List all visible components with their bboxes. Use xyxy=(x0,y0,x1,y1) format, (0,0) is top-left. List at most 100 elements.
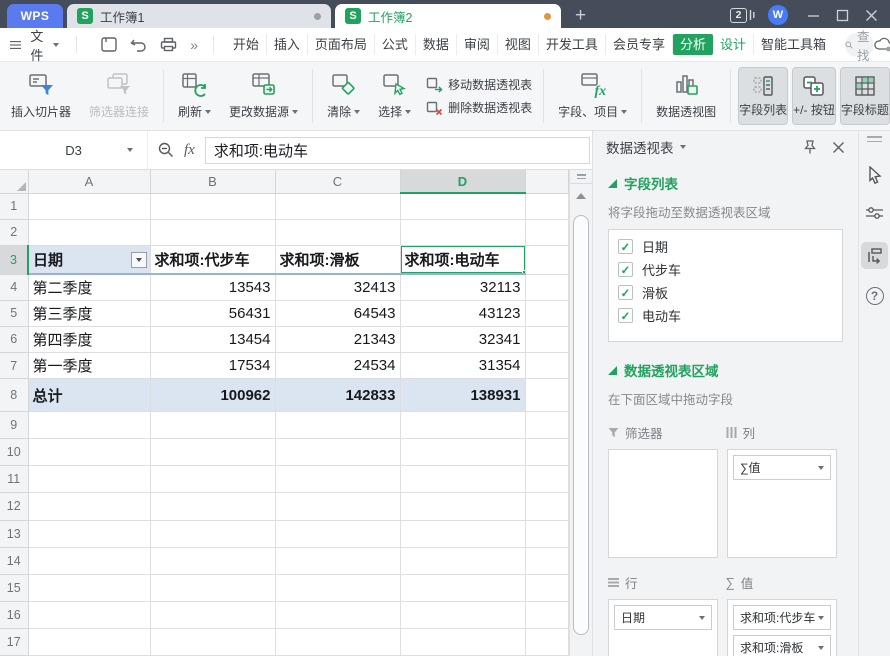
tab-analyze[interactable]: 分析 xyxy=(673,34,713,55)
field-headers-toggle[interactable]: 字段标题 xyxy=(840,67,890,125)
filters-dropzone[interactable] xyxy=(608,449,718,558)
cell[interactable] xyxy=(28,601,150,628)
cell[interactable]: 13543 xyxy=(150,274,275,300)
column-header-a[interactable]: A xyxy=(28,170,150,193)
pivot-chart-button[interactable]: 数据透视图 xyxy=(647,68,725,124)
rows-field-dropdown[interactable]: 日期 xyxy=(614,605,712,630)
settings-sliders-button[interactable] xyxy=(866,206,883,220)
cell[interactable] xyxy=(28,412,150,439)
cell[interactable] xyxy=(150,439,275,466)
field-list-section[interactable]: 字段列表 xyxy=(608,173,843,193)
formula-input[interactable]: 求和项:电动车 xyxy=(205,137,590,164)
close-panel-icon[interactable] xyxy=(832,141,845,154)
cell[interactable] xyxy=(150,493,275,520)
cell[interactable] xyxy=(28,520,150,547)
cell[interactable] xyxy=(525,601,568,628)
cell[interactable] xyxy=(150,520,275,547)
cell[interactable]: 43123 xyxy=(400,300,525,326)
cell[interactable] xyxy=(525,574,568,601)
field-list-toggle[interactable]: 字段列表 xyxy=(738,67,788,125)
cell[interactable]: 13454 xyxy=(150,326,275,352)
tab-list-button[interactable]: 2 xyxy=(730,8,755,23)
cell[interactable] xyxy=(525,326,568,352)
tab-insert[interactable]: 插入 xyxy=(267,34,308,55)
tab-design[interactable]: 设计 xyxy=(713,34,754,55)
cell[interactable] xyxy=(525,520,568,547)
select-all-corner[interactable] xyxy=(0,170,28,193)
cell[interactable]: 32113 xyxy=(400,274,525,300)
cell[interactable] xyxy=(400,574,525,601)
cell[interactable] xyxy=(400,547,525,574)
tab-formulas[interactable]: 公式 xyxy=(375,34,416,55)
scroll-up-icon[interactable] xyxy=(576,193,586,199)
row-header[interactable]: 16 xyxy=(0,601,28,628)
checkbox-checked[interactable]: ✓ xyxy=(618,285,633,300)
total-row-label[interactable]: 总计 xyxy=(28,379,150,412)
cell[interactable]: 64543 xyxy=(275,300,400,326)
cell[interactable] xyxy=(400,219,525,245)
values-field-dropdown[interactable]: 求和项:代步车 xyxy=(733,605,831,630)
cell[interactable] xyxy=(150,193,275,219)
cell[interactable] xyxy=(525,412,568,439)
cell[interactable] xyxy=(525,547,568,574)
cell[interactable] xyxy=(150,574,275,601)
row-header[interactable]: 11 xyxy=(0,466,28,493)
row-header[interactable]: 9 xyxy=(0,412,28,439)
cell[interactable] xyxy=(28,193,150,219)
pivot-header-scooter[interactable]: 求和项:代步车 xyxy=(150,245,275,274)
cell[interactable] xyxy=(275,628,400,655)
row-header[interactable]: 10 xyxy=(0,439,28,466)
cell[interactable] xyxy=(28,547,150,574)
tab-page-layout[interactable]: 页面布局 xyxy=(308,34,375,55)
columns-dropzone[interactable]: ∑值 xyxy=(727,449,837,558)
row-header[interactable]: 14 xyxy=(0,547,28,574)
values-field-dropdown[interactable]: 求和项:滑板 xyxy=(733,635,831,656)
tab-review[interactable]: 审阅 xyxy=(457,34,498,55)
values-dropzone[interactable]: 求和项:代步车 求和项:滑板 求和项:电动车 xyxy=(727,599,837,656)
row-header[interactable]: 2 xyxy=(0,219,28,245)
row-header[interactable]: 8 xyxy=(0,379,28,412)
cell[interactable] xyxy=(275,493,400,520)
cell[interactable] xyxy=(525,245,568,274)
file-menu[interactable]: 文件 xyxy=(28,26,60,64)
dropdown-caret-icon[interactable] xyxy=(680,145,686,149)
row-header[interactable]: 7 xyxy=(0,353,28,379)
cell[interactable]: 24534 xyxy=(275,353,400,379)
close-button[interactable] xyxy=(865,9,878,22)
cell[interactable]: 56431 xyxy=(150,300,275,326)
cell[interactable]: 32413 xyxy=(275,274,400,300)
row-header[interactable]: 1 xyxy=(0,193,28,219)
cell[interactable] xyxy=(28,439,150,466)
field-item-skateboard[interactable]: ✓ 滑板 xyxy=(609,281,842,304)
checkbox-checked[interactable]: ✓ xyxy=(618,262,633,277)
rows-dropzone[interactable]: 日期 xyxy=(608,599,718,656)
cell[interactable] xyxy=(275,574,400,601)
column-header-c[interactable]: C xyxy=(275,170,400,193)
cell[interactable]: 第四季度 xyxy=(28,326,150,352)
columns-field-dropdown[interactable]: ∑值 xyxy=(733,455,831,480)
tab-home[interactable]: 开始 xyxy=(226,34,267,55)
tab-developer[interactable]: 开发工具 xyxy=(539,34,606,55)
cell[interactable] xyxy=(525,439,568,466)
cell[interactable]: 31354 xyxy=(400,353,525,379)
row-header[interactable]: 15 xyxy=(0,574,28,601)
total-cell[interactable]: 138931 xyxy=(400,379,525,412)
cell[interactable] xyxy=(525,353,568,379)
cell[interactable] xyxy=(28,574,150,601)
row-header[interactable]: 6 xyxy=(0,326,28,352)
maximize-button[interactable] xyxy=(836,9,849,22)
minimize-button[interactable] xyxy=(807,9,820,22)
cell[interactable] xyxy=(525,379,568,412)
help-button[interactable]: ? xyxy=(866,287,884,305)
cell[interactable] xyxy=(150,547,275,574)
cell[interactable] xyxy=(150,628,275,655)
cell[interactable] xyxy=(525,274,568,300)
search-box[interactable]: 查找 xyxy=(845,33,874,57)
cell[interactable] xyxy=(275,466,400,493)
cell[interactable] xyxy=(400,493,525,520)
more-tools-icon[interactable]: » xyxy=(190,37,198,53)
cell[interactable] xyxy=(150,219,275,245)
clear-button[interactable]: 清除 xyxy=(318,68,369,124)
field-item-date[interactable]: ✓ 日期 xyxy=(609,235,842,258)
field-item-scooter[interactable]: ✓ 代步车 xyxy=(609,258,842,281)
